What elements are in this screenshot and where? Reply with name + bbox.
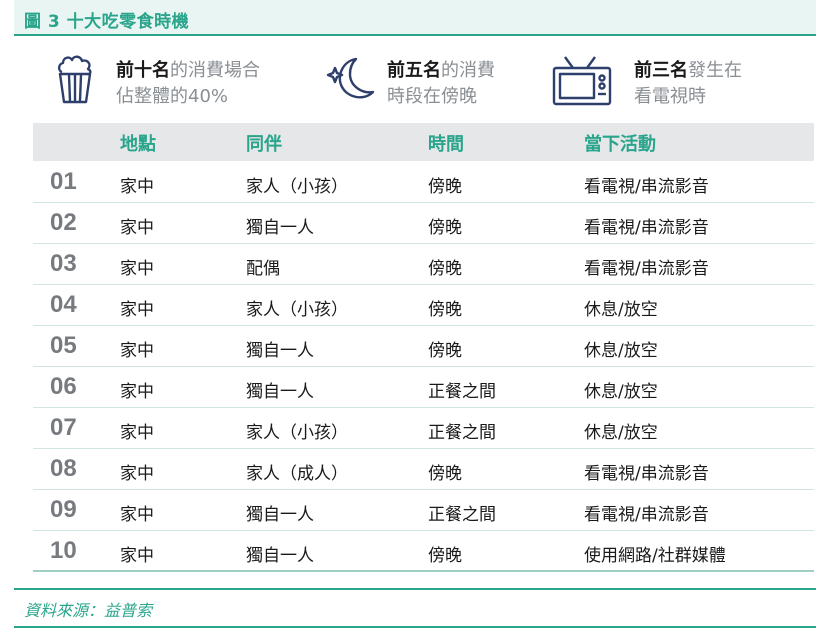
cell-company: 家人（成人）	[246, 464, 348, 484]
table-row: 02 家中 獨自一人 傍晚 看電視/串流影音	[33, 203, 814, 244]
rank-number: 04	[50, 291, 77, 318]
cell-place: 家中	[120, 259, 154, 279]
source-note: 資料來源：益普索	[24, 601, 153, 620]
cell-activity: 看電視/串流影音	[584, 218, 709, 238]
cell-place: 家中	[120, 218, 154, 238]
stat-top-three-text: 前三名發生在 看電視時	[634, 60, 742, 107]
rank-number: 01	[50, 168, 77, 195]
cell-place: 家中	[120, 464, 154, 484]
cell-activity: 看電視/串流影音	[584, 177, 709, 197]
cell-company: 家人（小孩）	[246, 423, 348, 443]
table-row: 08 家中 家人（成人） 傍晚 看電視/串流影音	[33, 449, 814, 490]
cell-time: 傍晚	[428, 177, 462, 197]
cell-place: 家中	[120, 177, 154, 197]
cell-company: 配偶	[246, 259, 280, 279]
figure-title: 圖 3 十大吃零食時機	[24, 12, 190, 32]
rank-number: 08	[50, 455, 77, 482]
cell-activity: 休息/放空	[584, 423, 658, 443]
cell-activity: 使用網路/社群媒體	[584, 546, 726, 566]
header-activity: 當下活動	[584, 134, 656, 155]
header-place: 地點	[120, 134, 156, 155]
cell-time: 傍晚	[428, 218, 462, 238]
cell-time: 傍晚	[428, 464, 462, 484]
cell-time: 傍晚	[428, 259, 462, 279]
cell-time: 正餐之間	[428, 382, 496, 402]
cell-company: 獨自一人	[246, 218, 314, 238]
cell-time: 傍晚	[428, 300, 462, 320]
stats-row: 前十名的消費場合 佔整體的40% 前五名的消費 時段在傍晚 前三名發生在 看電視…	[0, 52, 827, 114]
table-row: 10 家中 獨自一人 傍晚 使用網路/社群媒體	[33, 531, 814, 572]
rank-number: 10	[50, 537, 77, 564]
table-row: 09 家中 獨自一人 正餐之間 看電視/串流影音	[33, 490, 814, 531]
table-row: 01 家中 家人（小孩） 傍晚 看電視/串流影音	[33, 162, 814, 203]
cell-activity: 休息/放空	[584, 382, 658, 402]
table-row: 06 家中 獨自一人 正餐之間 休息/放空	[33, 367, 814, 408]
cell-time: 正餐之間	[428, 505, 496, 525]
rank-number: 02	[50, 209, 77, 236]
cell-activity: 休息/放空	[584, 300, 658, 320]
table-row: 05 家中 獨自一人 傍晚 休息/放空	[33, 326, 814, 367]
rank-number: 07	[50, 414, 77, 441]
cell-place: 家中	[120, 546, 154, 566]
television-icon	[552, 56, 612, 106]
cell-place: 家中	[120, 505, 154, 525]
cell-company: 家人（小孩）	[246, 300, 348, 320]
cell-activity: 看電視/串流影音	[584, 259, 709, 279]
figure-title-bar: 圖 3 十大吃零食時機	[14, 0, 816, 36]
rank-number: 06	[50, 373, 77, 400]
stat-top-five-text: 前五名的消費 時段在傍晚	[387, 60, 495, 107]
cell-activity: 看電視/串流影音	[584, 464, 709, 484]
cell-company: 獨自一人	[246, 546, 314, 566]
rank-number: 05	[50, 332, 77, 359]
cell-company: 獨自一人	[246, 382, 314, 402]
header-time: 時間	[428, 134, 464, 155]
stat-top-ten-text: 前十名的消費場合 佔整體的40%	[116, 60, 260, 107]
cell-place: 家中	[120, 382, 154, 402]
table-row: 03 家中 配偶 傍晚 看電視/串流影音	[33, 244, 814, 285]
table-header: 地點 同伴 時間 當下活動	[33, 123, 814, 161]
rank-number: 03	[50, 250, 77, 277]
rank-number: 09	[50, 496, 77, 523]
table-row: 07 家中 家人（小孩） 正餐之間 休息/放空	[33, 408, 814, 449]
moon-star-icon	[326, 57, 375, 99]
cell-time: 正餐之間	[428, 423, 496, 443]
cell-place: 家中	[120, 341, 154, 361]
cell-company: 家人（小孩）	[246, 177, 348, 197]
cell-activity: 休息/放空	[584, 341, 658, 361]
source-note-bar: 資料來源：益普索	[14, 588, 816, 628]
cell-time: 傍晚	[428, 546, 462, 566]
table-body: 01 家中 家人（小孩） 傍晚 看電視/串流影音 02 家中 獨自一人 傍晚 看…	[33, 162, 814, 572]
cell-company: 獨自一人	[246, 505, 314, 525]
popcorn-icon	[57, 55, 92, 104]
cell-company: 獨自一人	[246, 341, 314, 361]
cell-place: 家中	[120, 300, 154, 320]
cell-activity: 看電視/串流影音	[584, 505, 709, 525]
cell-time: 傍晚	[428, 341, 462, 361]
table-row: 04 家中 家人（小孩） 傍晚 休息/放空	[33, 285, 814, 326]
header-company: 同伴	[246, 134, 282, 155]
cell-place: 家中	[120, 423, 154, 443]
